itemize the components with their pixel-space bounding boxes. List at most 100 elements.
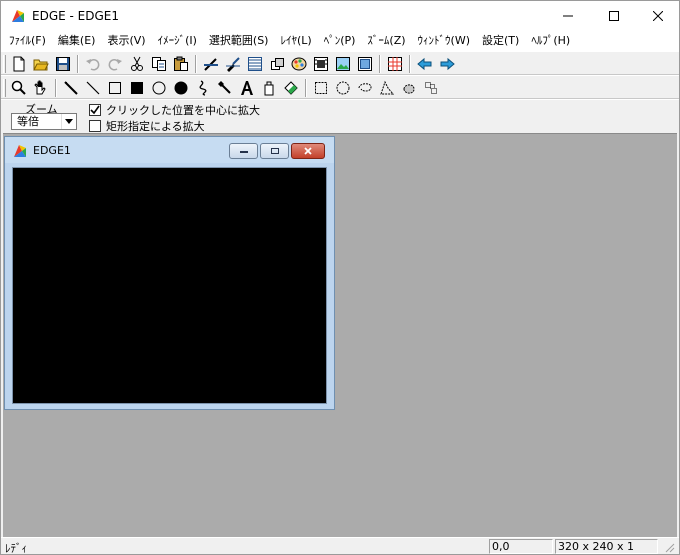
- copy-button[interactable]: [149, 54, 169, 74]
- magic-select-button[interactable]: [399, 78, 419, 98]
- menu-help[interactable]: ﾍﾙﾌﾟ(H): [525, 31, 576, 51]
- rect-zoom-option[interactable]: 矩形指定による拡大: [89, 118, 205, 134]
- pattern-button[interactable]: [245, 54, 265, 74]
- title-bar[interactable]: EDGE - EDGE1: [1, 1, 679, 31]
- center-zoom-checkbox[interactable]: [89, 104, 101, 116]
- close-button[interactable]: [635, 1, 680, 31]
- pen-settings-icon: [204, 58, 218, 71]
- toolbar-grip[interactable]: [3, 79, 6, 97]
- next-frame-button[interactable]: [437, 54, 457, 74]
- undo-button[interactable]: [83, 54, 103, 74]
- image-view-icon: [336, 57, 350, 71]
- hand-tool-button[interactable]: [31, 78, 51, 98]
- pixel-select-button[interactable]: [421, 78, 441, 98]
- bucket-tool-button[interactable]: [259, 78, 279, 98]
- menu-view[interactable]: 表示(V): [101, 31, 151, 51]
- pattern-icon: [248, 57, 262, 71]
- save-button[interactable]: [53, 54, 73, 74]
- zoom-tool-icon: [11, 80, 26, 95]
- curve-tool-button[interactable]: [193, 78, 213, 98]
- zoom-tool-button[interactable]: [9, 78, 29, 98]
- document-restore-button[interactable]: [260, 143, 289, 159]
- fill-tool-icon: [284, 81, 298, 95]
- pen-settings-button[interactable]: [201, 54, 221, 74]
- filled-rect-tool-button[interactable]: [127, 78, 147, 98]
- film-button[interactable]: [311, 54, 331, 74]
- drawing-canvas[interactable]: [12, 167, 327, 404]
- new-file-icon: [13, 56, 25, 72]
- line-tool-button[interactable]: [83, 78, 103, 98]
- app-logo-icon: [12, 10, 24, 22]
- menu-select[interactable]: 選択範囲(S): [203, 31, 275, 51]
- pixel-select-icon: [425, 82, 437, 94]
- document-minimize-button[interactable]: [229, 143, 258, 159]
- document-title: EDGE1: [33, 144, 71, 157]
- polygon-select-button[interactable]: [377, 78, 397, 98]
- text-tool-button[interactable]: [237, 78, 257, 98]
- menu-zoom[interactable]: ｽﾞｰﾑ(Z): [361, 31, 411, 51]
- dropdown-arrow-icon[interactable]: [61, 114, 76, 129]
- checkmark-icon: [90, 105, 100, 115]
- minimize-button[interactable]: [545, 1, 591, 31]
- center-zoom-label: クリックした位置を中心に拡大: [106, 104, 260, 117]
- resize-grip-icon[interactable]: [663, 541, 675, 553]
- cut-button[interactable]: [127, 54, 147, 74]
- new-file-button[interactable]: [9, 54, 29, 74]
- window-title: EDGE - EDGE1: [32, 9, 119, 23]
- toolbar-separator: [55, 79, 57, 97]
- main-toolbar: [1, 51, 679, 75]
- image-size: 320 x 240 x 1: [555, 539, 658, 554]
- bucket-tool-icon: [264, 81, 274, 96]
- document-window[interactable]: EDGE1: [4, 136, 335, 410]
- toolbar-separator: [305, 79, 307, 97]
- filled-ellipse-tool-icon: [174, 81, 188, 95]
- menu-file[interactable]: ﾌｧｲﾙ(F): [3, 31, 52, 51]
- center-zoom-option[interactable]: クリックした位置を中心に拡大: [89, 102, 260, 118]
- eyedropper-tool-button[interactable]: [215, 78, 235, 98]
- lasso-select-button[interactable]: [355, 78, 375, 98]
- palette-button[interactable]: [289, 54, 309, 74]
- menu-image[interactable]: ｲﾒｰｼﾞ(I): [152, 31, 203, 51]
- zoom-level-select[interactable]: 等倍: [11, 113, 77, 130]
- brush-settings-button[interactable]: [223, 54, 243, 74]
- ellipse-tool-icon: [152, 81, 166, 95]
- status-bar: ﾚﾃﾞｨ 0,0 320 x 240 x 1: [1, 537, 679, 555]
- rect-zoom-checkbox[interactable]: [89, 120, 101, 132]
- rect-select-button[interactable]: [311, 78, 331, 98]
- menu-settings[interactable]: 設定(T): [476, 31, 525, 51]
- close-icon: [653, 11, 663, 21]
- rect-zoom-label: 矩形指定による拡大: [106, 120, 205, 133]
- prev-frame-button[interactable]: [415, 54, 435, 74]
- fill-tool-button[interactable]: [281, 78, 301, 98]
- zoom-level-value: 等倍: [17, 115, 39, 128]
- maximize-icon: [609, 11, 619, 21]
- maximize-button[interactable]: [591, 1, 637, 31]
- filled-ellipse-tool-button[interactable]: [171, 78, 191, 98]
- mdi-client-area[interactable]: EDGE1: [3, 133, 677, 537]
- ellipse-tool-button[interactable]: [149, 78, 169, 98]
- menu-pen[interactable]: ﾍﾟﾝ(P): [318, 31, 362, 51]
- paste-button[interactable]: [171, 54, 191, 74]
- menu-bar: ﾌｧｲﾙ(F) 編集(E) 表示(V) ｲﾒｰｼﾞ(I) 選択範囲(S) ﾚｲﾔ…: [1, 31, 679, 51]
- toolbar-grip[interactable]: [3, 55, 6, 73]
- document-close-button[interactable]: [291, 143, 325, 159]
- pen-tool-button[interactable]: [61, 78, 81, 98]
- grid-button[interactable]: [385, 54, 405, 74]
- ellipse-select-button[interactable]: [333, 78, 353, 98]
- image-view2-button[interactable]: [355, 54, 375, 74]
- transform-icon: [271, 58, 284, 70]
- redo-button[interactable]: [105, 54, 125, 74]
- minimize-icon: [239, 151, 248, 153]
- transform-button[interactable]: [267, 54, 287, 74]
- status-message: ﾚﾃﾞｨ: [5, 542, 27, 555]
- filled-rect-tool-icon: [131, 82, 143, 94]
- image-view-button[interactable]: [333, 54, 353, 74]
- palette-icon: [291, 57, 307, 71]
- document-title-bar[interactable]: EDGE1: [5, 137, 334, 163]
- rect-tool-button[interactable]: [105, 78, 125, 98]
- menu-edit[interactable]: 編集(E): [52, 31, 102, 51]
- open-button[interactable]: [31, 54, 51, 74]
- menu-window[interactable]: ｳｨﾝﾄﾞｳ(W): [412, 31, 476, 51]
- save-icon: [56, 57, 70, 71]
- menu-layer[interactable]: ﾚｲﾔ(L): [274, 31, 317, 51]
